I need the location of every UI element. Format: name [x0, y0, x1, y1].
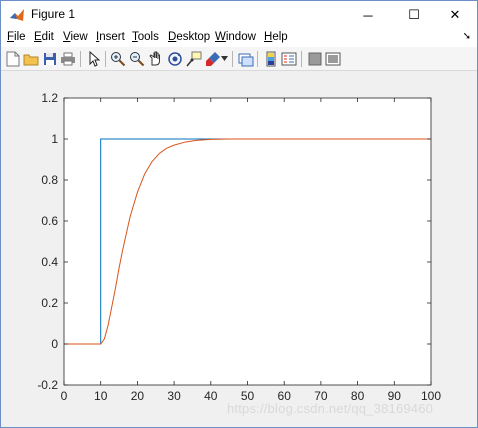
menu-file[interactable]: File [7, 31, 26, 43]
y-tick-label: 0.2 [41, 296, 58, 310]
menu-file-label: File [7, 31, 26, 43]
window-title: Figure 1 [31, 7, 76, 21]
toolbar-separator [105, 51, 106, 67]
hide-plot-tools-icon[interactable] [306, 50, 323, 67]
new-figure-icon[interactable] [4, 50, 21, 67]
y-tick-label: 0.4 [41, 255, 58, 269]
menu-desktop[interactable]: Desktop [168, 31, 210, 43]
insert-colorbar-icon[interactable] [262, 50, 279, 67]
zoom-in-icon[interactable] [109, 50, 126, 67]
toolbar-separator [232, 51, 233, 67]
y-tick-label: 1 [51, 132, 58, 146]
edit-plot-arrow-icon[interactable] [85, 50, 102, 67]
brush-icon[interactable] [204, 50, 221, 67]
menu-window[interactable]: Window [215, 31, 256, 43]
axes-background [64, 98, 431, 385]
plot-svg[interactable]: 0 10 20 30 40 50 60 70 80 90 100-0.200.20.40.60.81… [2, 72, 477, 427]
link-plot-icon[interactable] [237, 50, 254, 67]
close-button[interactable]: ✕ [433, 1, 477, 29]
y-tick-label: 0 [51, 337, 58, 351]
x-tick-label: 0 [61, 389, 68, 403]
title-bar[interactable]: Figure 1 ─ ☐ ✕ [1, 1, 477, 29]
toolbar-separator [80, 51, 81, 67]
y-tick-label: 0.6 [41, 214, 58, 228]
rotate-3d-icon[interactable] [166, 50, 183, 67]
menu-desktop-label: Desktop [168, 31, 211, 43]
brush-dropdown-icon[interactable] [220, 50, 229, 67]
zoom-out-icon[interactable] [128, 50, 145, 67]
y-tick-label: 0.8 [41, 173, 58, 187]
matlab-logo-icon [9, 7, 25, 23]
figure-toolbar [1, 47, 477, 71]
show-plot-tools-icon[interactable] [324, 50, 341, 67]
y-tick-label: -0.2 [37, 378, 58, 392]
toolbar-separator [301, 51, 302, 67]
x-tick-label: 40 [204, 389, 218, 403]
data-cursor-icon[interactable] [185, 50, 202, 67]
print-icon[interactable] [59, 50, 76, 67]
menu-overflow-arrow-icon[interactable]: ➘ [463, 31, 471, 42]
menu-view-label: View [63, 31, 88, 43]
menu-window-label: Window [215, 31, 256, 43]
minimize-button[interactable]: ─ [346, 1, 390, 29]
menu-edit[interactable]: Edit [34, 31, 54, 43]
menu-insert[interactable]: Insert [96, 31, 125, 43]
toolbar-separator [257, 51, 258, 67]
save-icon[interactable] [41, 50, 58, 67]
menu-tools[interactable]: Tools [132, 31, 159, 43]
menu-view[interactable]: View [63, 31, 88, 43]
open-file-icon[interactable] [22, 50, 39, 67]
menu-help-label: Help [264, 31, 288, 43]
figure-window: Figure 1 ─ ☐ ✕ File Edit View Insert Too… [0, 0, 478, 428]
x-tick-label: 20 [131, 389, 145, 403]
menu-help[interactable]: Help [264, 31, 288, 43]
y-tick-label: 1.2 [41, 91, 58, 105]
maximize-button[interactable]: ☐ [392, 1, 436, 29]
figure-canvas[interactable]: 0 10 20 30 40 50 60 70 80 90 100 -0.2 0 0.2 0.4 0.6 0.8 1… [2, 72, 477, 427]
insert-legend-icon[interactable] [280, 50, 297, 67]
watermark-text: https://blog.csdn.net/qq_38169460 [227, 401, 434, 416]
menu-edit-label: Edit [34, 31, 54, 43]
x-tick-label: 30 [167, 389, 181, 403]
pan-hand-icon[interactable] [147, 50, 164, 67]
menu-tools-label: Tools [132, 31, 159, 43]
menu-bar: File Edit View Insert Tools Desktop Wind… [1, 29, 477, 47]
menu-insert-label: Insert [96, 31, 125, 43]
x-tick-label: 10 [94, 389, 108, 403]
